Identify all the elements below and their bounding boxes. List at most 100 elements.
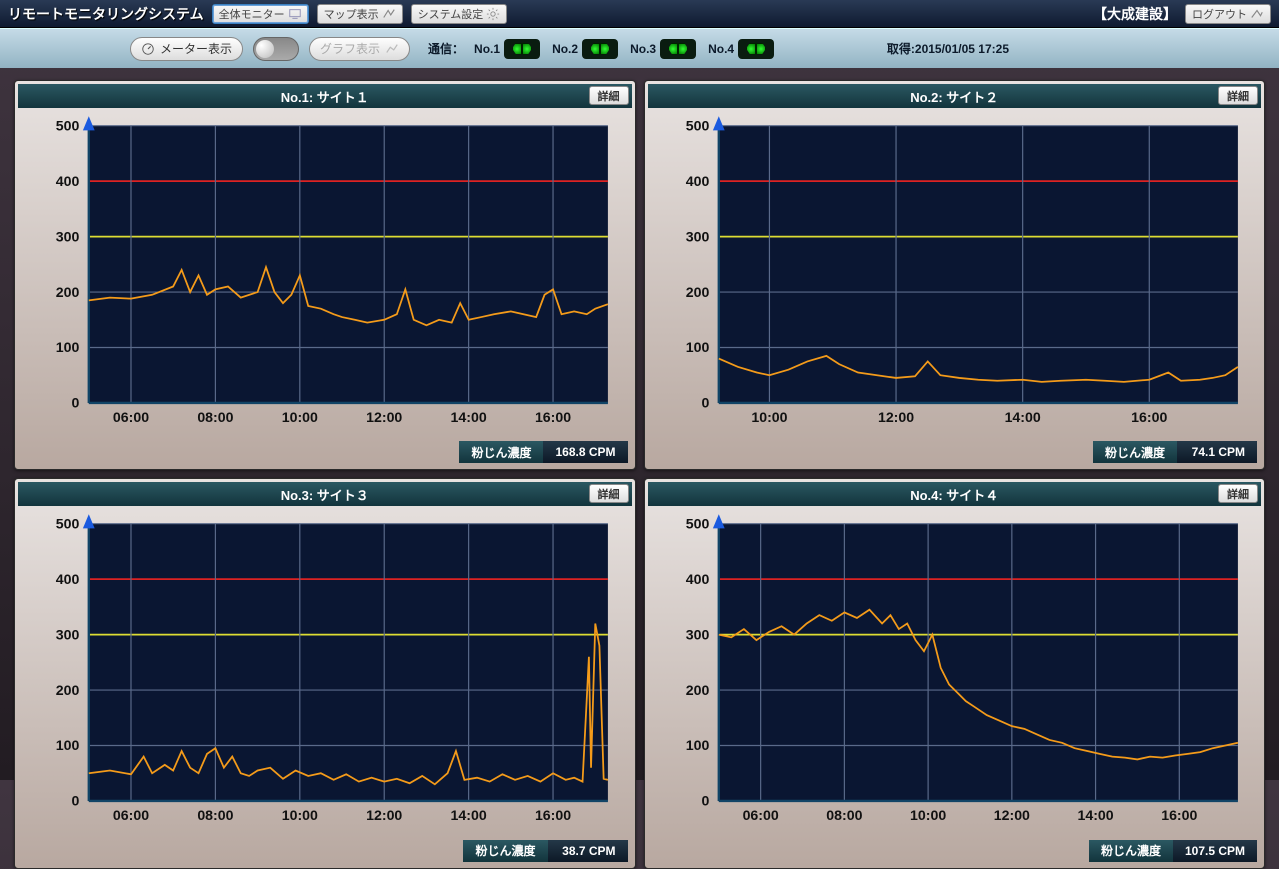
comm-node-2: No.2 bbox=[552, 39, 618, 59]
chart-area: 010020030040050006:0008:0010:0012:0014:0… bbox=[18, 108, 632, 438]
chart-icon bbox=[385, 42, 399, 56]
svg-text:400: 400 bbox=[56, 173, 80, 189]
svg-text:200: 200 bbox=[685, 284, 709, 300]
comm-led-icon bbox=[738, 39, 774, 59]
svg-text:400: 400 bbox=[685, 571, 709, 587]
svg-text:06:00: 06:00 bbox=[742, 807, 778, 823]
svg-text:10:00: 10:00 bbox=[910, 807, 946, 823]
svg-text:100: 100 bbox=[685, 738, 709, 754]
map-icon bbox=[382, 7, 396, 21]
comm-led-icon bbox=[582, 39, 618, 59]
chart-panel-3: No.3: サイト３詳細 0 100 200 300 400 500 06:00 08:00 10… bbox=[14, 478, 636, 868]
metric-label: 粉じん濃度 bbox=[463, 840, 547, 862]
brand-label: 【大成建設】 bbox=[1093, 4, 1177, 24]
view-toggle[interactable] bbox=[253, 37, 299, 61]
comm-nodes: No.1 No.2 No.3 No.4 bbox=[474, 39, 774, 59]
sub-bar: メーター表示 グラフ表示 通信： No.1 No.2 No.3 No.4 取得:201… bbox=[0, 28, 1279, 68]
svg-text:300: 300 bbox=[56, 228, 80, 244]
panel-footer: 粉じん濃度168.8 CPM bbox=[18, 438, 632, 466]
svg-text:10:00: 10:00 bbox=[282, 409, 318, 425]
svg-text:0: 0 bbox=[701, 395, 709, 411]
acquisition-time: 取得:2015/01/05 17:25 bbox=[887, 40, 1009, 57]
detail-button[interactable]: 詳細 bbox=[1218, 86, 1258, 105]
metric-label: 粉じん濃度 bbox=[1089, 840, 1173, 862]
svg-text:12:00: 12:00 bbox=[366, 409, 402, 425]
svg-text:16:00: 16:00 bbox=[535, 409, 571, 425]
svg-text:08:00: 08:00 bbox=[197, 807, 233, 823]
panel-title: No.3: サイト３詳細 bbox=[18, 482, 632, 506]
panel-footer: 粉じん濃度74.1 CPM bbox=[648, 438, 1262, 466]
svg-text:14:00: 14:00 bbox=[451, 807, 487, 823]
chart-area: 0 100 200 300 400 500 06:00 08:00 10:00 12:00 14:0… bbox=[18, 506, 632, 836]
panel-title: No.2: サイト２詳細 bbox=[648, 84, 1262, 108]
chart-area: 010020030040050010:0012:0014:0016:00 bbox=[648, 108, 1262, 438]
panel-footer: 粉じん濃度107.5 CPM bbox=[648, 837, 1262, 865]
top-bar: リモートモニタリングシステム 全体モニター マップ表示 システム設定 【大成建設… bbox=[0, 0, 1279, 28]
svg-text:300: 300 bbox=[56, 627, 80, 643]
chart-panel-1: No.1: サイト１詳細010020030040050006:0008:0010… bbox=[14, 80, 636, 470]
svg-text:400: 400 bbox=[56, 571, 80, 587]
gear-icon bbox=[486, 7, 500, 21]
svg-text:500: 500 bbox=[56, 516, 80, 532]
panel-footer: 粉じん濃度38.7 CPM bbox=[18, 837, 632, 865]
comm-node-3: No.3 bbox=[630, 39, 696, 59]
svg-text:10:00: 10:00 bbox=[751, 409, 787, 425]
metric-value: 38.7 CPM bbox=[548, 840, 628, 862]
svg-text:12:00: 12:00 bbox=[993, 807, 1029, 823]
svg-text:08:00: 08:00 bbox=[197, 409, 233, 425]
graph-view-button[interactable]: グラフ表示 bbox=[309, 37, 410, 61]
svg-text:200: 200 bbox=[56, 284, 80, 300]
svg-text:200: 200 bbox=[685, 682, 709, 698]
panel-title: No.1: サイト１詳細 bbox=[18, 84, 632, 108]
svg-text:12:00: 12:00 bbox=[877, 409, 913, 425]
svg-text:400: 400 bbox=[685, 173, 709, 189]
comm-label: 通信： bbox=[428, 40, 464, 57]
chart-grid: No.1: サイト１詳細 0 100 200 300 400 500 06:00 08:00 10… bbox=[0, 68, 1279, 780]
comm-led-icon bbox=[504, 39, 540, 59]
svg-text:300: 300 bbox=[685, 627, 709, 643]
comm-node-1: No.1 bbox=[474, 39, 540, 59]
chart-panel-4: No.4: サイト４詳細010020030040050006:0008:0010… bbox=[644, 478, 1266, 868]
metric-value: 168.8 CPM bbox=[543, 441, 627, 463]
metric-value: 107.5 CPM bbox=[1173, 840, 1257, 862]
comm-led-icon bbox=[660, 39, 696, 59]
detail-button[interactable]: 詳細 bbox=[589, 484, 629, 503]
svg-text:500: 500 bbox=[56, 117, 80, 133]
svg-text:14:00: 14:00 bbox=[451, 409, 487, 425]
overall-monitor-button[interactable]: 全体モニター bbox=[212, 4, 309, 24]
logout-icon bbox=[1250, 7, 1264, 21]
detail-button[interactable]: 詳細 bbox=[1218, 484, 1258, 503]
metric-value: 74.1 CPM bbox=[1177, 441, 1257, 463]
svg-text:500: 500 bbox=[685, 117, 709, 133]
logout-button[interactable]: ログアウト bbox=[1185, 4, 1271, 24]
svg-text:0: 0 bbox=[701, 793, 709, 809]
svg-text:12:00: 12:00 bbox=[366, 807, 402, 823]
svg-text:0: 0 bbox=[71, 395, 79, 411]
svg-text:06:00: 06:00 bbox=[113, 409, 149, 425]
svg-text:100: 100 bbox=[56, 738, 80, 754]
svg-text:300: 300 bbox=[685, 228, 709, 244]
map-view-button[interactable]: マップ表示 bbox=[317, 4, 403, 24]
svg-text:08:00: 08:00 bbox=[826, 807, 862, 823]
svg-text:0: 0 bbox=[71, 793, 79, 809]
chart-area: 0 100 200 300 400 500 06:00 08:00 10:00 12:00 14:0… bbox=[648, 506, 1262, 836]
metric-label: 粉じん濃度 bbox=[459, 441, 543, 463]
detail-button[interactable]: 詳細 bbox=[589, 86, 629, 105]
svg-text:16:00: 16:00 bbox=[1161, 807, 1197, 823]
app-title: リモートモニタリングシステム bbox=[8, 4, 204, 24]
gauge-icon bbox=[141, 42, 155, 56]
svg-text:16:00: 16:00 bbox=[1131, 409, 1167, 425]
svg-text:500: 500 bbox=[685, 516, 709, 532]
svg-text:100: 100 bbox=[685, 339, 709, 355]
svg-text:10:00: 10:00 bbox=[282, 807, 318, 823]
svg-text:16:00: 16:00 bbox=[535, 807, 571, 823]
metric-label: 粉じん濃度 bbox=[1093, 441, 1177, 463]
chart-panel-2: No.2: サイト２詳細010020030040050010:0012:0014… bbox=[644, 80, 1266, 470]
system-settings-button[interactable]: システム設定 bbox=[411, 4, 508, 24]
monitor-icon bbox=[288, 7, 302, 21]
comm-node-4: No.4 bbox=[708, 39, 774, 59]
meter-view-button[interactable]: メーター表示 bbox=[130, 37, 243, 61]
svg-text:06:00: 06:00 bbox=[113, 807, 149, 823]
svg-text:200: 200 bbox=[56, 682, 80, 698]
svg-text:14:00: 14:00 bbox=[1077, 807, 1113, 823]
